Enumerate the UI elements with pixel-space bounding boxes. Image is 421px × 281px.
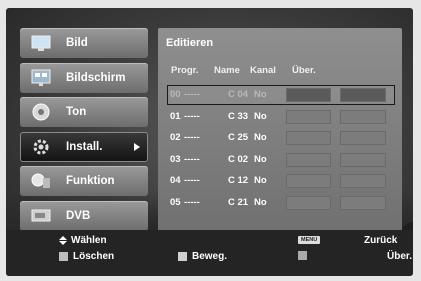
screen-icon: [30, 68, 52, 88]
menu-item-dvb[interactable]: DVB: [20, 200, 148, 231]
channel-uber: No: [254, 132, 267, 143]
menu-item-label: Install.: [66, 140, 103, 153]
column-header-name: Name: [214, 65, 240, 76]
select-hint: Wählen: [59, 235, 107, 246]
channel-name: -----: [184, 89, 200, 100]
select-hint-label: Wählen: [71, 235, 107, 246]
channel-row[interactable]: 00 ----- C 04 No: [167, 85, 395, 105]
footer-help-bar: Wählen MENU Zurück Löschen Beweg. Über.: [6, 230, 413, 276]
panel-title: Editieren: [166, 37, 214, 49]
channel-kanal: C 02: [228, 153, 249, 165]
menu-item-bildschirm[interactable]: Bildschirm: [20, 62, 148, 93]
channel-progr: 04: [170, 175, 181, 186]
edit-panel: Editieren Progr. Name Kanal Über. 00 ----…: [158, 28, 402, 233]
channel-cell-box: [340, 131, 386, 145]
channel-name: -----: [184, 110, 200, 122]
skip-key[interactable]: [298, 251, 312, 260]
channel-cell-box: [340, 88, 386, 102]
function-icon: [30, 171, 52, 191]
column-header-progr: Progr.: [171, 65, 199, 76]
channel-cell-box: [286, 131, 331, 145]
main-menu-sidebar: Bild Bildschirm Ton Install. Funktion DV…: [20, 28, 148, 233]
column-header-kanal: Kanal: [250, 65, 276, 76]
channel-progr: 03: [170, 153, 181, 165]
move-hint-label: Beweg.: [192, 251, 228, 262]
grey-key-icon: [178, 252, 187, 261]
channel-cell-box: [340, 174, 386, 188]
channel-cell-box: [286, 152, 331, 167]
channel-uber: No: [254, 196, 267, 208]
menu-item-install[interactable]: Install.: [20, 131, 148, 162]
channel-row[interactable]: 05 ----- C 21 No: [168, 194, 394, 212]
menu-item-label: Ton: [66, 106, 87, 118]
channel-name: -----: [184, 132, 200, 143]
menu-item-bild[interactable]: Bild: [20, 28, 148, 58]
channel-uber: No: [254, 110, 267, 122]
channel-cell-box: [286, 88, 331, 102]
channel-name: -----: [184, 175, 200, 186]
channel-cell-box: [286, 174, 331, 188]
channel-cell-box: [340, 109, 386, 124]
channel-row[interactable]: 03 ----- C 02 No: [168, 151, 394, 169]
delete-hint[interactable]: Löschen: [59, 251, 114, 262]
menu-key-badge: MENU: [298, 236, 321, 244]
sound-icon: [30, 102, 52, 122]
tv-screen: Bild Bildschirm Ton Install. Funktion DV…: [6, 8, 413, 276]
move-hint[interactable]: Beweg.: [178, 251, 227, 262]
grey-key-icon: [59, 252, 68, 261]
skip-hint-label: Über.: [387, 251, 413, 262]
channel-kanal: C 25: [228, 132, 249, 143]
delete-hint-label: Löschen: [73, 251, 115, 262]
channel-kanal: C 12: [228, 175, 249, 186]
channel-progr: 01: [170, 110, 181, 122]
channel-cell-box: [340, 152, 386, 167]
channel-kanal: C 21: [228, 196, 249, 208]
up-down-arrows-icon: [59, 236, 67, 245]
channel-progr: 05: [170, 196, 181, 208]
menu-item-funktion[interactable]: Funktion: [20, 166, 148, 196]
channel-kanal: C 04: [228, 89, 249, 100]
menu-item-label: Funktion: [66, 175, 115, 187]
channel-row[interactable]: 01 ----- C 33 No: [168, 108, 394, 126]
menu-item-label: Bildschirm: [66, 71, 126, 84]
channel-cell-box: [340, 195, 386, 210]
picture-icon: [30, 33, 52, 53]
channel-kanal: C 33: [228, 110, 249, 122]
channel-uber: No: [254, 175, 267, 186]
channel-row[interactable]: 04 ----- C 12 No: [168, 172, 394, 190]
menu-badge-label: MENU: [298, 236, 321, 244]
channel-name: -----: [184, 196, 200, 208]
back-hint-label: Zurück: [364, 235, 398, 246]
skip-hint[interactable]: Über.: [387, 251, 412, 262]
menu-item-ton[interactable]: Ton: [20, 97, 148, 127]
channel-cell-box: [286, 109, 331, 124]
install-icon: [30, 137, 52, 157]
chevron-right-icon: [134, 142, 140, 151]
channel-row[interactable]: 02 ----- C 25 No: [168, 129, 394, 147]
channel-progr: 02: [170, 132, 181, 143]
back-hint[interactable]: Zurück: [364, 235, 397, 246]
channel-name: -----: [184, 153, 200, 165]
channel-uber: No: [254, 89, 267, 100]
grey-key-icon: [298, 251, 307, 260]
channel-uber: No: [254, 153, 267, 165]
channel-cell-box: [286, 195, 331, 210]
dvb-icon: [30, 206, 52, 226]
column-header-uber: Über.: [292, 65, 316, 76]
menu-item-label: DVB: [66, 209, 91, 222]
channel-progr: 00: [170, 89, 181, 100]
menu-item-label: Bild: [66, 37, 88, 49]
